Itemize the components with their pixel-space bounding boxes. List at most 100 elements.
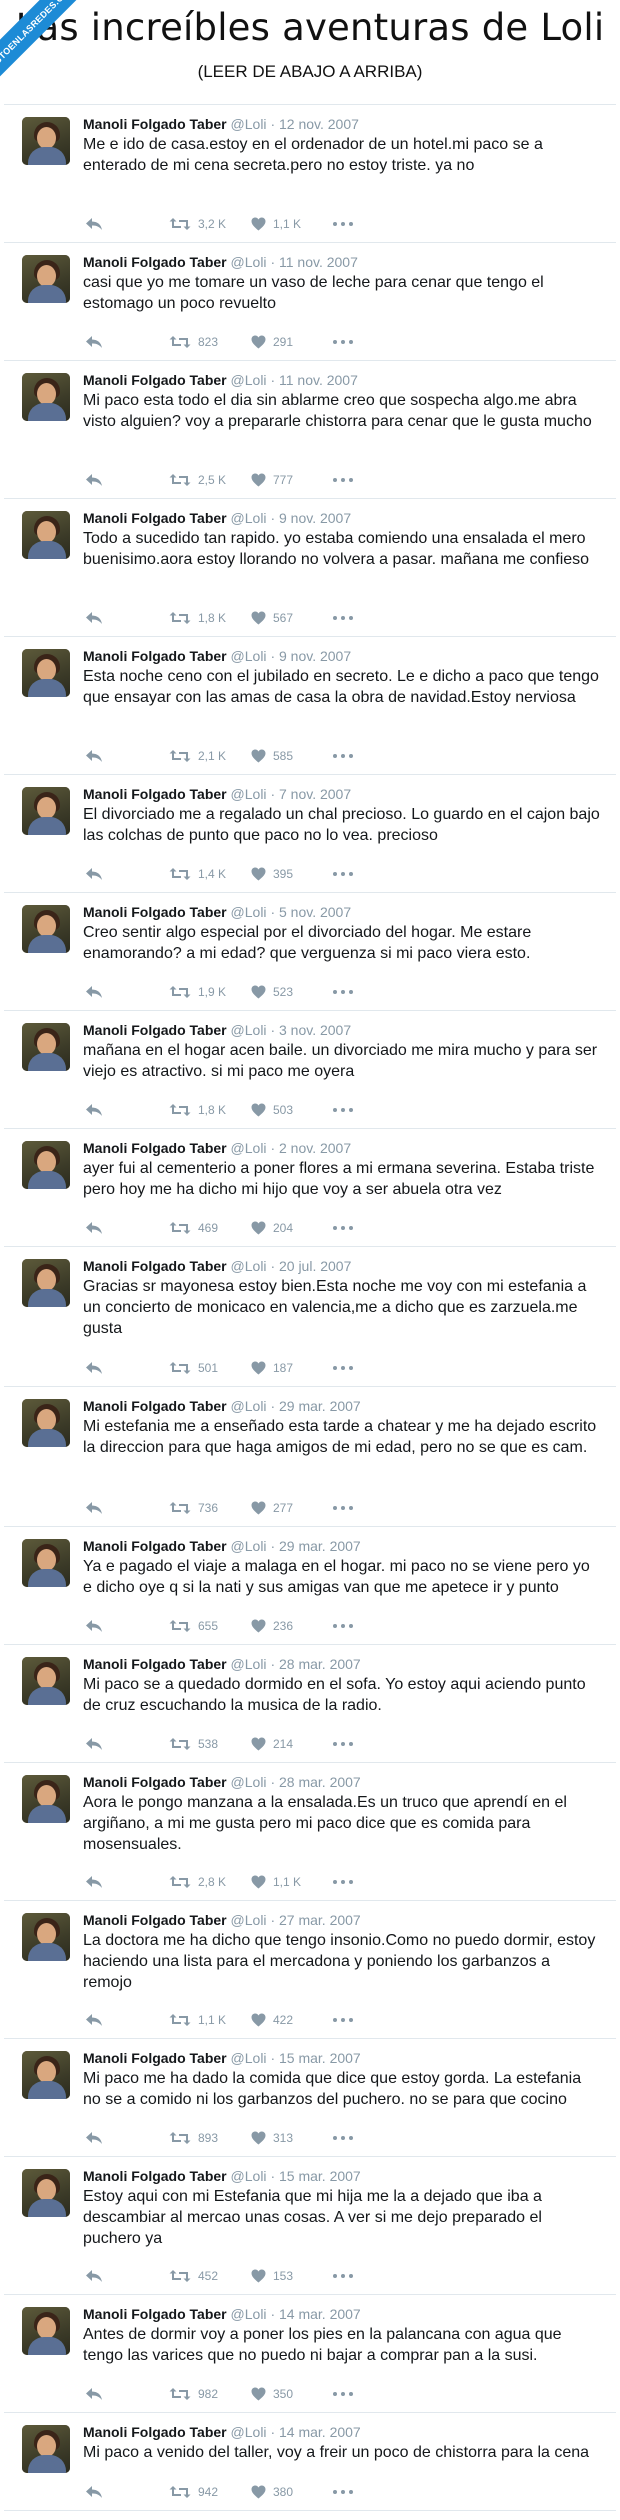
like-button[interactable]: 777 xyxy=(251,472,293,488)
retweet-button[interactable]: 452 xyxy=(169,2268,218,2284)
profile-avatar[interactable] xyxy=(22,2307,70,2355)
like-button[interactable]: 567 xyxy=(251,610,293,626)
retweet-button[interactable]: 538 xyxy=(169,1736,218,1752)
reply-button[interactable] xyxy=(85,610,103,626)
tweet-date[interactable]: · 29 mar. 2007 xyxy=(270,1398,360,1414)
retweet-button[interactable]: 736 xyxy=(169,1500,218,1516)
like-button[interactable]: 313 xyxy=(251,2130,293,2146)
tweet-card[interactable]: Manoli Folgado Taber @Loli · 29 mar. 200… xyxy=(4,1527,616,1645)
author-name[interactable]: Manoli Folgado Taber xyxy=(83,1258,227,1274)
author-handle[interactable]: @Loli xyxy=(231,116,267,132)
tweet-card[interactable]: Manoli Folgado Taber @Loli · 27 mar. 200… xyxy=(4,1901,616,2039)
reply-button[interactable] xyxy=(85,1102,103,1118)
author-name[interactable]: Manoli Folgado Taber xyxy=(83,648,227,664)
author-name[interactable]: Manoli Folgado Taber xyxy=(83,2168,227,2184)
tweet-card[interactable]: Manoli Folgado Taber @Loli · 2 nov. 2007… xyxy=(4,1129,616,1247)
more-button[interactable] xyxy=(333,984,353,1000)
reply-button[interactable] xyxy=(85,1618,103,1634)
tweet-date[interactable]: · 27 mar. 2007 xyxy=(270,1912,360,1928)
profile-avatar[interactable] xyxy=(22,1141,70,1189)
profile-avatar[interactable] xyxy=(22,2169,70,2217)
author-name[interactable]: Manoli Folgado Taber xyxy=(83,116,227,132)
reply-button[interactable] xyxy=(85,2268,103,2284)
author-name[interactable]: Manoli Folgado Taber xyxy=(83,2306,227,2322)
author-handle[interactable]: @Loli xyxy=(231,648,267,664)
author-handle[interactable]: @Loli xyxy=(231,372,267,388)
retweet-button[interactable]: 1,8 K xyxy=(169,1102,226,1118)
more-button[interactable] xyxy=(333,1736,353,1752)
more-button[interactable] xyxy=(333,1500,353,1516)
tweet-card[interactable]: Manoli Folgado Taber @Loli · 5 nov. 2007… xyxy=(4,893,616,1011)
author-handle[interactable]: @Loli xyxy=(231,1140,267,1156)
more-button[interactable] xyxy=(333,334,353,350)
tweet-card[interactable]: Manoli Folgado Taber @Loli · 28 mar. 200… xyxy=(4,1645,616,1763)
like-button[interactable]: 422 xyxy=(251,2012,293,2028)
like-button[interactable]: 503 xyxy=(251,1102,293,1118)
retweet-button[interactable]: 2,8 K xyxy=(169,1874,226,1890)
more-button[interactable] xyxy=(333,216,353,232)
tweet-date[interactable]: · 12 nov. 2007 xyxy=(270,116,358,132)
reply-button[interactable] xyxy=(85,984,103,1000)
more-button[interactable] xyxy=(333,472,353,488)
more-button[interactable] xyxy=(333,1360,353,1376)
profile-avatar[interactable] xyxy=(22,905,70,953)
tweet-card[interactable]: Manoli Folgado Taber @Loli · 14 mar. 200… xyxy=(4,2413,616,2511)
profile-avatar[interactable] xyxy=(22,373,70,421)
like-button[interactable]: 523 xyxy=(251,984,293,1000)
author-handle[interactable]: @Loli xyxy=(231,1022,267,1038)
author-name[interactable]: Manoli Folgado Taber xyxy=(83,1538,227,1554)
tweet-card[interactable]: Manoli Folgado Taber @Loli · 15 mar. 200… xyxy=(4,2039,616,2157)
author-name[interactable]: Manoli Folgado Taber xyxy=(83,1656,227,1672)
retweet-button[interactable]: 501 xyxy=(169,1360,218,1376)
like-button[interactable]: 1,1 K xyxy=(251,216,301,232)
reply-button[interactable] xyxy=(85,1500,103,1516)
profile-avatar[interactable] xyxy=(22,1539,70,1587)
profile-avatar[interactable] xyxy=(22,1259,70,1307)
retweet-button[interactable]: 1,9 K xyxy=(169,984,226,1000)
like-button[interactable]: 585 xyxy=(251,748,293,764)
profile-avatar[interactable] xyxy=(22,1399,70,1447)
author-name[interactable]: Manoli Folgado Taber xyxy=(83,1774,227,1790)
profile-avatar[interactable] xyxy=(22,117,70,165)
profile-avatar[interactable] xyxy=(22,1775,70,1823)
author-name[interactable]: Manoli Folgado Taber xyxy=(83,1398,227,1414)
tweet-date[interactable]: · 14 mar. 2007 xyxy=(270,2424,360,2440)
like-button[interactable]: 236 xyxy=(251,1618,293,1634)
like-button[interactable]: 380 xyxy=(251,2484,293,2500)
like-button[interactable]: 1,1 K xyxy=(251,1874,301,1890)
retweet-button[interactable]: 655 xyxy=(169,1618,218,1634)
tweet-date[interactable]: · 28 mar. 2007 xyxy=(270,1656,360,1672)
tweet-card[interactable]: Manoli Folgado Taber @Loli · 14 mar. 200… xyxy=(4,2295,616,2413)
author-handle[interactable]: @Loli xyxy=(231,2168,267,2184)
more-button[interactable] xyxy=(333,610,353,626)
author-handle[interactable]: @Loli xyxy=(231,2306,267,2322)
like-button[interactable]: 187 xyxy=(251,1360,293,1376)
retweet-button[interactable]: 2,1 K xyxy=(169,748,226,764)
author-name[interactable]: Manoli Folgado Taber xyxy=(83,2050,227,2066)
profile-avatar[interactable] xyxy=(22,511,70,559)
profile-avatar[interactable] xyxy=(22,2051,70,2099)
tweet-card[interactable]: Manoli Folgado Taber @Loli · 11 nov. 200… xyxy=(4,361,616,499)
retweet-button[interactable]: 893 xyxy=(169,2130,218,2146)
retweet-button[interactable]: 982 xyxy=(169,2386,218,2402)
author-name[interactable]: Manoli Folgado Taber xyxy=(83,1912,227,1928)
reply-button[interactable] xyxy=(85,2130,103,2146)
author-name[interactable]: Manoli Folgado Taber xyxy=(83,254,227,270)
more-button[interactable] xyxy=(333,1618,353,1634)
tweet-card[interactable]: Manoli Folgado Taber @Loli · 9 nov. 2007… xyxy=(4,637,616,775)
tweet-card[interactable]: Manoli Folgado Taber @Loli · 20 jul. 200… xyxy=(4,1247,616,1387)
profile-avatar[interactable] xyxy=(22,787,70,835)
author-name[interactable]: Manoli Folgado Taber xyxy=(83,510,227,526)
tweet-date[interactable]: · 20 jul. 2007 xyxy=(270,1258,351,1274)
reply-button[interactable] xyxy=(85,2386,103,2402)
tweet-date[interactable]: · 11 nov. 2007 xyxy=(270,254,357,270)
tweet-date[interactable]: · 7 nov. 2007 xyxy=(270,786,351,802)
like-button[interactable]: 277 xyxy=(251,1500,293,1516)
author-handle[interactable]: @Loli xyxy=(231,1398,267,1414)
retweet-button[interactable]: 469 xyxy=(169,1220,218,1236)
reply-button[interactable] xyxy=(85,472,103,488)
retweet-button[interactable]: 1,1 K xyxy=(169,2012,226,2028)
tweet-date[interactable]: · 28 mar. 2007 xyxy=(270,1774,360,1790)
tweet-card[interactable]: Manoli Folgado Taber @Loli · 28 mar. 200… xyxy=(4,1763,616,1901)
reply-button[interactable] xyxy=(85,2012,103,2028)
